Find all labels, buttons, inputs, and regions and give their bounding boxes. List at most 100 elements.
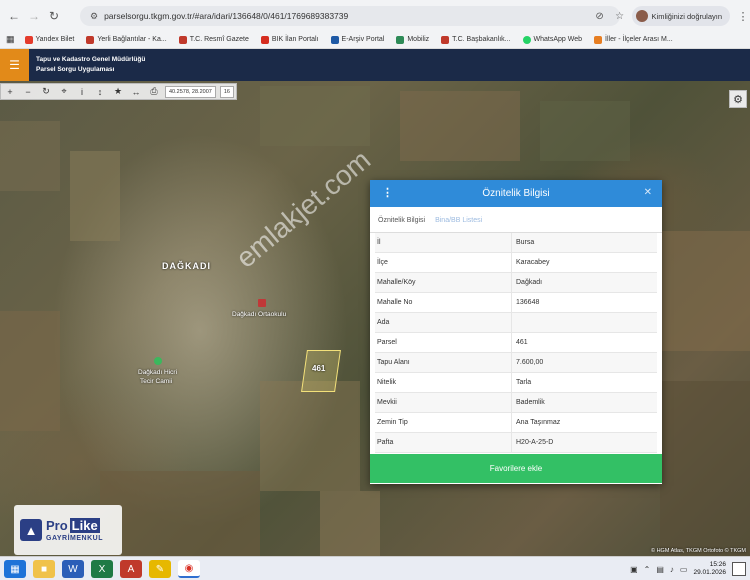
chevron-up-icon[interactable]: ⌃ (644, 565, 651, 574)
row-label: İl (375, 232, 512, 253)
mosque-label-line2: Tecir Camii (140, 378, 173, 385)
pdf-icon[interactable]: A (120, 560, 142, 578)
volume-icon[interactable]: ♪ (670, 565, 674, 574)
bookmark-item[interactable]: İller - İlçeler Arası M... (594, 35, 673, 44)
village-label: DAĞKADI (162, 261, 211, 271)
url-text: parselsorgu.tkgm.gov.tr/#ara/idari/13664… (104, 11, 349, 21)
attribute-panel: ⋮ Öznitelik Bilgisi ✕ Öznitelik Bilgisi … (370, 180, 662, 484)
map-field (260, 86, 370, 146)
measure-icon[interactable]: ↕ (91, 87, 109, 97)
prolike-logo: ▲ Pro Like GAYRİMENKUL (14, 505, 122, 555)
info-icon[interactable]: i (73, 87, 91, 97)
eye-off-icon[interactable]: ⊘ (592, 11, 608, 22)
map-field (660, 231, 750, 351)
row-label: Parsel (375, 332, 512, 353)
row-label: Zemin Tip (375, 412, 512, 433)
school-marker-icon[interactable] (258, 299, 266, 307)
bookmark-favicon-icon (522, 35, 531, 44)
bookmark-favicon-icon (441, 35, 450, 44)
locate-icon[interactable]: ⌖ (55, 86, 73, 97)
apps-grid-icon[interactable]: ▦ (6, 34, 15, 45)
table-row: Pafta H20-A-25-D (375, 432, 657, 453)
table-row: Tapu Alanı 7.600,00 (375, 352, 657, 373)
zoom-in-icon[interactable]: + (1, 87, 19, 97)
app-title: Parsel Sorgu Uygulaması (36, 66, 115, 73)
network-icon[interactable]: ▤ (656, 565, 664, 574)
pdf-tray-icon[interactable]: ▣ (630, 565, 638, 574)
row-value: Dağkadı (516, 279, 543, 286)
word-icon[interactable]: W (62, 560, 84, 578)
table-row: Mevkii Bademlik (375, 392, 657, 413)
row-label: Ada (375, 312, 512, 333)
excel-icon[interactable]: X (91, 560, 113, 578)
row-label: Mevkii (375, 392, 512, 413)
map-attribution: © HGM Atlas, TKGM Ortofoto © TKGM (650, 548, 746, 554)
bookmark-item[interactable]: Yerli Bağlantılar - Ka... (86, 35, 167, 44)
thumbs-up-icon: ▲ (20, 519, 42, 541)
reload-icon[interactable]: ↻ (44, 9, 64, 23)
row-value: Karacabey (516, 259, 550, 266)
add-favorite-button[interactable]: Favorilere ekle (370, 454, 662, 483)
forward-icon[interactable]: → (24, 9, 44, 23)
zoom-out-icon[interactable]: − (19, 87, 37, 97)
school-label: Dağkadı Ortaokulu (232, 311, 287, 318)
notification-icon[interactable] (732, 562, 746, 576)
row-label: İlçe (375, 252, 512, 273)
favorite-star-icon[interactable]: ★ (109, 86, 127, 97)
row-value: 7.600,00 (516, 359, 544, 366)
browser-menu-icon[interactable]: ⋮ (736, 10, 750, 23)
refresh-icon[interactable]: ↻ (37, 86, 55, 97)
tab-building-list[interactable]: Bina/BB Listesi (433, 217, 484, 232)
settings-gear-icon[interactable]: ⚙ (729, 90, 747, 108)
map-toolbar: + − ↻ ⌖ i ↕ ★ ↔ ⎙ 40.2578, 28.2007 16 (0, 83, 237, 100)
row-value: Tarla (516, 379, 532, 386)
map-field (320, 491, 380, 556)
start-icon[interactable]: ▦ (4, 560, 26, 578)
bookmark-item[interactable]: WhatsApp Web (522, 35, 582, 44)
close-icon[interactable]: ✕ (644, 187, 652, 198)
clock[interactable]: 15:26 29.01.2026 (693, 561, 726, 577)
site-info-icon[interactable]: ⚙ (90, 11, 98, 22)
mosque-marker-icon[interactable] (154, 357, 162, 365)
bookmark-favicon-icon (396, 35, 405, 44)
row-value: Bademlik (516, 399, 545, 406)
bookmark-favicon-icon (178, 35, 187, 44)
bookmark-favicon-icon (24, 35, 33, 44)
profile-button[interactable]: Kimliğinizi doğrulayın (631, 6, 730, 26)
bookmark-item[interactable]: T.C. Başbakanlık... (441, 35, 511, 44)
taskbar: ▦ ■ W X A ✎ ◉ ▣ ⌃ ▤ ♪ ▭ 15:26 29.01.2026 (0, 556, 750, 580)
print-icon[interactable]: ⎙ (145, 86, 163, 97)
tab-attributes[interactable]: Öznitelik Bilgisi (376, 217, 427, 232)
parcel-number-label: 461 (312, 364, 326, 373)
bookmark-favicon-icon (330, 35, 339, 44)
clock-date: 29.01.2026 (693, 569, 726, 576)
notes-icon[interactable]: ✎ (149, 560, 171, 578)
back-icon[interactable]: ← (4, 9, 24, 23)
table-row: İlçe Karacabey (375, 252, 657, 273)
map-field (0, 121, 60, 191)
ruler-icon[interactable]: ↔ (127, 87, 145, 97)
bookmark-item[interactable]: Mobiliz (396, 35, 429, 44)
bookmark-item[interactable]: E-Arşiv Portal (330, 35, 384, 44)
row-label: Nitelik (375, 372, 512, 393)
chrome-icon[interactable]: ◉ (178, 560, 200, 578)
bookmark-item[interactable]: Yandex Bilet (24, 35, 74, 44)
bookmarks-bar: ▦ Yandex Bilet Yerli Bağlantılar - Ka...… (0, 31, 750, 49)
table-row: Nitelik Tarla (375, 372, 657, 393)
browser-address-bar: ← → ↻ ⚙ parselsorgu.tkgm.gov.tr/#ara/ida… (0, 0, 750, 31)
map-field (260, 381, 360, 491)
battery-icon[interactable]: ▭ (680, 565, 688, 574)
system-tray: ▣ ⌃ ▤ ♪ ▭ 15:26 29.01.2026 (630, 561, 726, 577)
panel-title: Öznitelik Bilgisi (482, 188, 550, 199)
bookmark-favicon-icon (260, 35, 269, 44)
url-field[interactable]: ⚙ parselsorgu.tkgm.gov.tr/#ara/idari/136… (80, 6, 620, 26)
hamburger-menu-icon[interactable]: ☰ (0, 49, 29, 81)
file-explorer-icon[interactable]: ■ (33, 560, 55, 578)
panel-menu-icon[interactable]: ⋮ (382, 186, 393, 199)
bookmark-item[interactable]: T.C. Resmî Gazete (178, 35, 249, 44)
mosque-label-line1: Dağkadı Hicri (138, 369, 178, 376)
zoom-level-readout: 16 (219, 85, 234, 98)
bookmark-item[interactable]: BIK İlan Portalı (260, 35, 319, 44)
row-value: H20-A-25-D (516, 439, 554, 446)
bookmark-star-icon[interactable]: ☆ (612, 11, 628, 22)
